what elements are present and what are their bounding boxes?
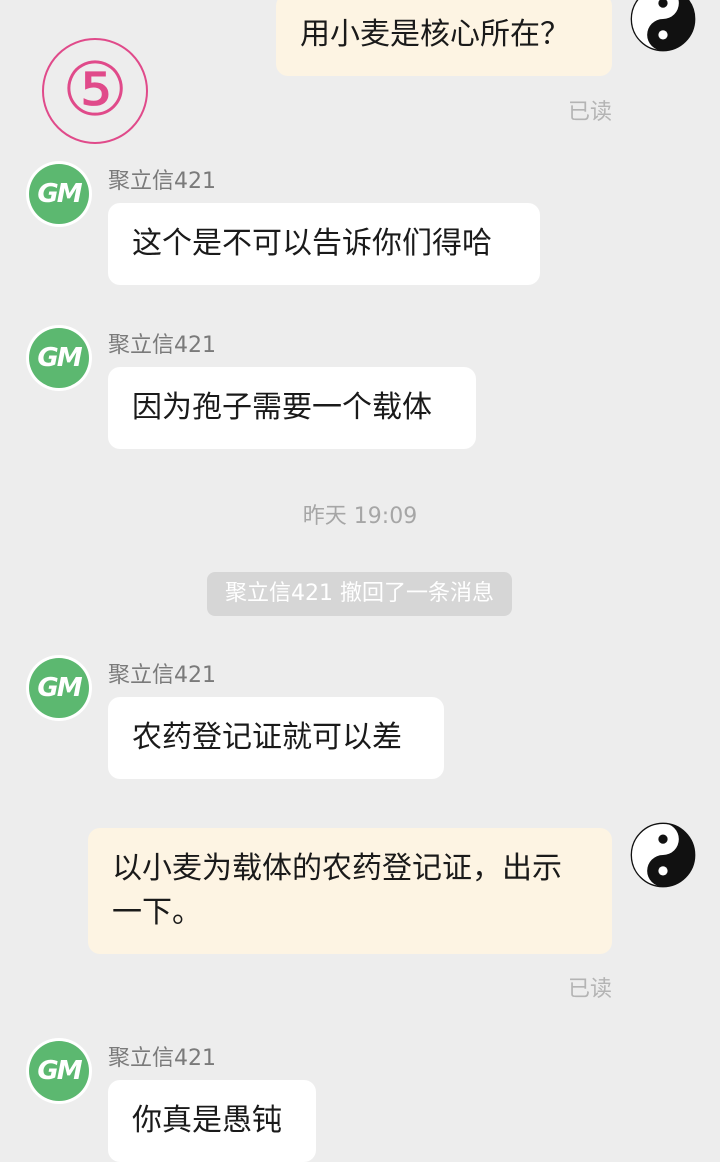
message-text: 以小麦为载体的农药登记证，出示一下。 <box>112 851 562 930</box>
contact-avatar[interactable]: GM <box>26 325 92 391</box>
message-bubble-incoming[interactable]: 农药登记证就可以差 <box>108 697 444 779</box>
read-status: 已读 <box>567 977 612 1002</box>
message-text: 你真是愚钝 <box>132 1103 282 1138</box>
sender-name: 聚立信421 <box>108 169 216 194</box>
message-bubble-outgoing[interactable]: 以小麦为载体的农药登记证，出示一下。 <box>88 828 612 954</box>
gm-logo-icon: GM <box>29 658 89 718</box>
gm-logo-icon: GM <box>29 1041 89 1101</box>
contact-avatar[interactable]: GM <box>26 655 92 721</box>
message-bubble-incoming[interactable]: 因为孢子需要一个载体 <box>108 367 476 449</box>
yin-yang-icon[interactable] <box>630 0 696 52</box>
sender-name: 聚立信421 <box>108 1046 216 1071</box>
step-number-badge: ⑤ <box>42 38 148 144</box>
recall-notice: 聚立信421 撤回了一条消息 <box>207 572 512 616</box>
message-text: 这个是不可以告诉你们得哈 <box>132 226 492 261</box>
gm-logo-icon: GM <box>29 328 89 388</box>
message-text: 用小麦是核心所在？ <box>300 17 570 52</box>
read-status: 已读 <box>567 100 612 125</box>
yin-yang-icon[interactable] <box>630 822 696 888</box>
gm-logo-icon: GM <box>29 164 89 224</box>
sender-name: 聚立信421 <box>108 333 216 358</box>
message-text: 农药登记证就可以差 <box>132 720 402 755</box>
message-bubble-outgoing[interactable]: 用小麦是核心所在？ <box>276 0 612 76</box>
message-text: 因为孢子需要一个载体 <box>132 390 432 425</box>
message-bubble-incoming[interactable]: 这个是不可以告诉你们得哈 <box>108 203 540 285</box>
sender-name: 聚立信421 <box>108 663 216 688</box>
message-bubble-incoming[interactable]: 你真是愚钝 <box>108 1080 316 1162</box>
contact-avatar[interactable]: GM <box>26 1038 92 1104</box>
timestamp: 昨天 19:09 <box>302 504 418 529</box>
contact-avatar[interactable]: GM <box>26 161 92 227</box>
